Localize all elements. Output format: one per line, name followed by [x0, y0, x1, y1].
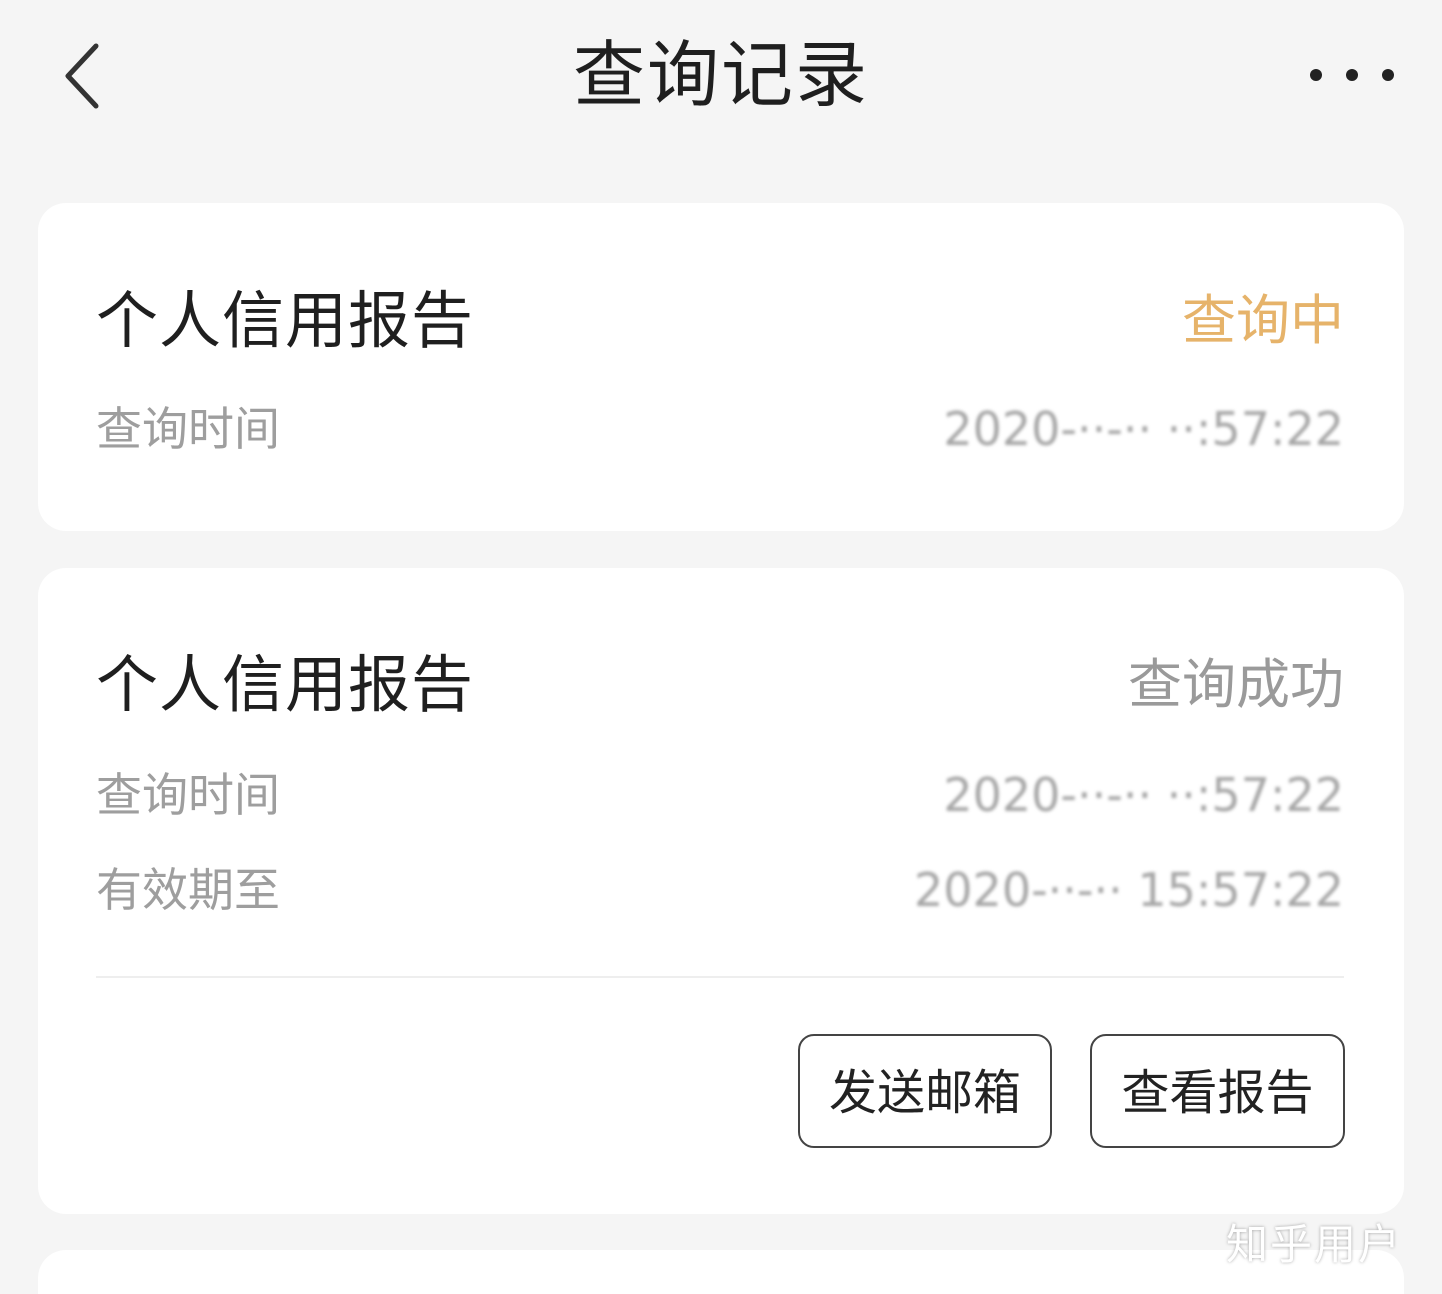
- record-title: 个人信用报告: [96, 648, 475, 721]
- divider: [96, 976, 1344, 978]
- status-badge: 查询中: [1182, 289, 1344, 352]
- more-horizontal-icon: [1310, 69, 1394, 81]
- record-card[interactable]: 个人信用报告 查询成功 查询时间 2020-··-·· ··:57:22 有效期…: [38, 568, 1404, 1214]
- record-title: 个人信用报告: [96, 284, 475, 357]
- header-bar: 查询记录: [0, 0, 1442, 160]
- query-time-value: 2020-··-·· ··:57:22: [943, 402, 1344, 456]
- query-time-value: 2020-··-·· ··:57:22: [943, 768, 1344, 822]
- query-time-label: 查询时间: [96, 402, 280, 456]
- query-time-label: 查询时间: [96, 768, 280, 822]
- send-email-button[interactable]: 发送邮箱: [798, 1034, 1052, 1148]
- page-title: 查询记录: [572, 33, 869, 117]
- record-card[interactable]: [38, 1250, 1404, 1294]
- query-records-page: 查询记录 个人信用报告 查询中 查询时间 2020-··-·· ··:57:22…: [0, 0, 1442, 1294]
- record-card[interactable]: 个人信用报告 查询中 查询时间 2020-··-·· ··:57:22: [38, 203, 1404, 531]
- more-button[interactable]: [1302, 40, 1402, 110]
- valid-until-value: 2020-··-·· 15:57:22: [914, 863, 1344, 917]
- view-report-button[interactable]: 查看报告: [1090, 1034, 1345, 1148]
- valid-until-label: 有效期至: [96, 863, 280, 917]
- status-badge: 查询成功: [1128, 653, 1344, 716]
- watermark: 知乎用户: [1225, 1220, 1402, 1269]
